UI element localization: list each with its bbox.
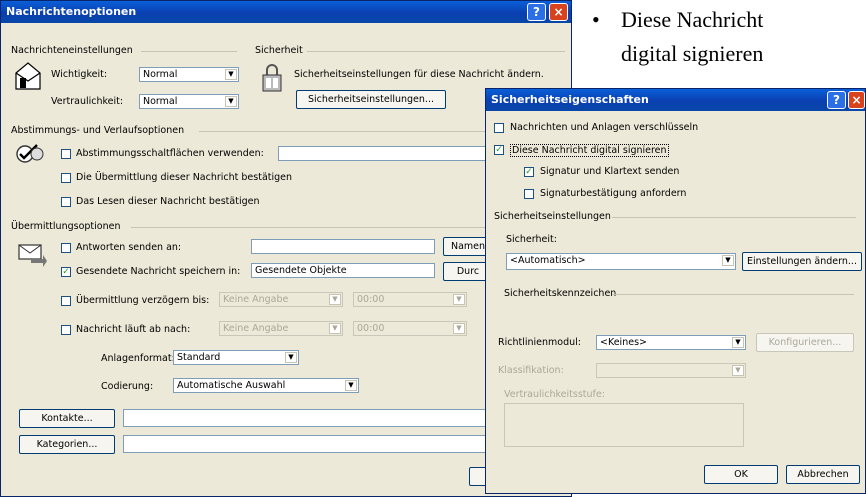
settings-group-label: Nachrichteneinstellungen bbox=[11, 45, 133, 56]
expires-date-value: Keine Angabe bbox=[223, 323, 289, 334]
sensitivity-label: Vertraulichkeit: bbox=[51, 96, 124, 107]
chevron-down-icon: ▼ bbox=[453, 294, 465, 305]
chevron-down-icon: ▼ bbox=[285, 352, 297, 363]
delivery-group-label: Übermittlungsoptionen bbox=[11, 221, 121, 232]
security-value: <Automatisch> bbox=[510, 255, 586, 266]
delay-date-select[interactable]: Keine Angabe ▼ bbox=[219, 292, 343, 307]
policy-module-label: Richtlinienmodul: bbox=[498, 337, 581, 348]
importance-label: Wichtigkeit: bbox=[51, 69, 108, 80]
delay-date-value: Keine Angabe bbox=[223, 294, 289, 305]
reply-to-input[interactable] bbox=[251, 239, 435, 254]
attachment-format-select[interactable]: Standard ▼ bbox=[173, 350, 299, 365]
delivery-receipt-checkbox[interactable] bbox=[61, 173, 71, 183]
security-labels-group-line bbox=[612, 294, 854, 295]
sensitivity-value: Normal bbox=[143, 96, 178, 107]
chevron-down-icon: ▼ bbox=[225, 96, 237, 107]
envelope-icon bbox=[15, 62, 41, 90]
cancel-button[interactable]: Abbrechen bbox=[786, 465, 860, 484]
security-properties-title: Sicherheitseigenschaften bbox=[491, 93, 649, 106]
chevron-down-icon: ▼ bbox=[732, 365, 744, 376]
attachment-format-value: Standard bbox=[177, 352, 221, 363]
chevron-down-icon: ▼ bbox=[722, 255, 734, 266]
policy-module-select[interactable]: <Keines> ▼ bbox=[596, 335, 746, 350]
sign-checkbox[interactable]: ✓ bbox=[494, 145, 504, 155]
voting-group-label: Abstimmungs- und Verlaufsoptionen bbox=[11, 125, 185, 136]
help-button[interactable]: ? bbox=[527, 3, 546, 21]
security-group-label: Sicherheit bbox=[255, 45, 303, 56]
expires-checkbox[interactable] bbox=[61, 325, 71, 335]
delay-delivery-label: Übermittlung verzögern bis: bbox=[76, 295, 210, 306]
ok-button[interactable]: OK bbox=[704, 465, 778, 484]
importance-select[interactable]: Normal ▼ bbox=[139, 67, 239, 82]
delay-time-select[interactable]: 00:00 ▼ bbox=[353, 292, 467, 307]
privacy-mark-input[interactable] bbox=[504, 403, 744, 447]
contacts-button[interactable]: Kontakte... bbox=[19, 409, 115, 428]
policy-module-value: <Keines> bbox=[600, 337, 647, 348]
security-properties-titlebar: Sicherheitseigenschaften bbox=[486, 89, 865, 111]
chevron-down-icon: ▼ bbox=[329, 294, 341, 305]
voting-buttons-checkbox[interactable] bbox=[61, 149, 71, 159]
encrypt-checkbox[interactable] bbox=[494, 123, 504, 133]
help-button[interactable]: ? bbox=[827, 91, 846, 109]
request-receipt-checkbox[interactable] bbox=[524, 189, 534, 199]
delivery-receipt-label: Die Übermittlung dieser Nachricht bestät… bbox=[76, 172, 293, 183]
importance-value: Normal bbox=[143, 69, 178, 80]
security-properties-window: Sicherheitseigenschaften ? × Nachrichten… bbox=[485, 88, 866, 494]
message-options-titlebar: Nachrichtenoptionen bbox=[1, 1, 571, 23]
expires-time-select[interactable]: 00:00 ▼ bbox=[353, 321, 467, 336]
slide-bullet: • bbox=[592, 7, 600, 32]
voting-buttons-label: Abstimmungsschaltflächen verwenden: bbox=[76, 148, 264, 159]
encoding-label: Codierung: bbox=[101, 381, 154, 392]
slide-bullet-line-2: digital signieren bbox=[621, 41, 764, 66]
chevron-down-icon: ▼ bbox=[732, 337, 744, 348]
cleartext-label: Signatur und Klartext senden bbox=[540, 166, 680, 177]
save-sent-folder-input[interactable]: Gesendete Objekte bbox=[251, 263, 435, 278]
classification-label: Klassifikation: bbox=[498, 365, 564, 376]
chevron-down-icon: ▼ bbox=[453, 323, 465, 334]
security-settings-group-line bbox=[612, 217, 856, 218]
cleartext-checkbox[interactable]: ✓ bbox=[524, 167, 534, 177]
delivery-icon bbox=[18, 244, 47, 267]
slide-bullet-line-1: Diese Nachricht bbox=[621, 7, 764, 32]
security-group-line bbox=[307, 51, 565, 52]
security-label: Sicherheit: bbox=[506, 234, 557, 245]
chevron-down-icon: ▼ bbox=[345, 380, 357, 391]
change-settings-button[interactable]: Einstellungen ändern... bbox=[742, 252, 862, 271]
security-description: Sicherheitseinstellungen für diese Nachr… bbox=[294, 69, 544, 80]
sign-label: Diese Nachricht digital signieren bbox=[510, 144, 669, 157]
chevron-down-icon: ▼ bbox=[225, 69, 237, 80]
chevron-down-icon: ▼ bbox=[329, 323, 341, 334]
encrypt-label: Nachrichten und Anlagen verschlüsseln bbox=[510, 122, 699, 133]
lock-icon bbox=[262, 64, 282, 92]
security-labels-group-label: Sicherheitskennzeichen bbox=[504, 288, 617, 299]
configure-button[interactable]: Konfigurieren... bbox=[756, 333, 854, 352]
expires-time-value: 00:00 bbox=[357, 323, 385, 334]
voting-icon bbox=[16, 144, 44, 163]
save-sent-checkbox[interactable]: ✓ bbox=[61, 267, 71, 277]
read-receipt-checkbox[interactable] bbox=[61, 197, 71, 207]
expires-label: Nachricht läuft ab nach: bbox=[76, 324, 191, 335]
sensitivity-select[interactable]: Normal ▼ bbox=[139, 94, 239, 109]
close-button[interactable]: × bbox=[848, 91, 865, 109]
security-settings-button[interactable]: Sicherheitseinstellungen... bbox=[296, 90, 446, 109]
read-receipt-label: Das Lesen dieser Nachricht bestätigen bbox=[76, 196, 260, 207]
classification-select[interactable]: ▼ bbox=[596, 363, 746, 378]
expires-date-select[interactable]: Keine Angabe ▼ bbox=[219, 321, 343, 336]
close-button[interactable]: × bbox=[549, 3, 568, 21]
delay-delivery-checkbox[interactable] bbox=[61, 296, 71, 306]
settings-group-line bbox=[141, 51, 237, 52]
security-settings-group-label: Sicherheitseinstellungen bbox=[494, 211, 611, 222]
attachment-format-label: Anlagenformat: bbox=[101, 353, 175, 364]
reply-to-label: Antworten senden an: bbox=[76, 242, 182, 253]
reply-to-checkbox[interactable] bbox=[61, 243, 71, 253]
categories-button[interactable]: Kategorien... bbox=[19, 435, 115, 454]
delay-time-value: 00:00 bbox=[357, 294, 385, 305]
encoding-value: Automatische Auswahl bbox=[177, 380, 286, 391]
privacy-mark-label: Vertraulichkeitsstufe: bbox=[504, 389, 605, 400]
message-options-title: Nachrichtenoptionen bbox=[6, 5, 137, 18]
encoding-select[interactable]: Automatische Auswahl ▼ bbox=[173, 378, 359, 393]
request-receipt-label: Signaturbestätigung anfordern bbox=[540, 188, 687, 199]
security-select[interactable]: <Automatisch> ▼ bbox=[506, 253, 736, 270]
save-sent-label: Gesendete Nachricht speichern in: bbox=[76, 266, 241, 277]
